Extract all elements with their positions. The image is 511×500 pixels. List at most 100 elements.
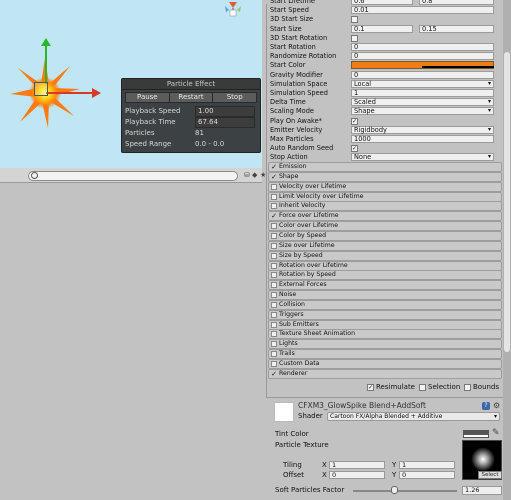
module-header[interactable]: Triggers <box>268 309 502 320</box>
module-checkbox[interactable] <box>271 223 277 230</box>
property-dropdown[interactable]: None <box>351 153 494 162</box>
shader-dropdown[interactable]: Cartoon FX/Alpha Blended + Additive <box>327 412 500 421</box>
module-header[interactable]: ✓ Shape <box>268 171 502 182</box>
module-checkbox[interactable] <box>271 203 277 210</box>
module-checkbox[interactable] <box>271 232 277 239</box>
module-header[interactable]: Velocity over Lifetime <box>268 181 502 192</box>
property-input[interactable]: 0.1 <box>351 24 413 33</box>
move-handle[interactable] <box>34 82 48 96</box>
module-header[interactable]: Color by Speed <box>268 230 502 241</box>
pause-button[interactable]: Pause <box>125 92 170 103</box>
module-header[interactable]: Limit Velocity over Lifetime <box>268 191 502 202</box>
module-checkbox[interactable] <box>271 183 277 190</box>
soft-particles-field[interactable]: 1.26 <box>462 486 502 495</box>
module-header[interactable]: Inherit Velocity <box>268 201 502 212</box>
property-dropdown[interactable]: Shape <box>351 107 494 116</box>
module-header[interactable]: Rotation over Lifetime <box>268 260 502 271</box>
module-checkbox[interactable] <box>271 301 277 308</box>
search-input[interactable] <box>28 171 238 181</box>
scene-view[interactable]: Particle Effect Pause Restart Stop Playb… <box>0 0 262 170</box>
offset-y-axis-label: Y <box>392 471 397 479</box>
module-header[interactable]: Trails <box>268 349 502 360</box>
texture-select-button[interactable]: Select <box>478 471 502 479</box>
x-arrow-icon[interactable] <box>92 88 101 98</box>
module-checkbox[interactable] <box>271 351 277 358</box>
module-checkbox[interactable] <box>271 331 277 338</box>
x-axis-handle[interactable] <box>46 92 92 94</box>
material-thumbnail[interactable] <box>274 402 294 422</box>
scrollbar-thumb[interactable] <box>504 52 510 352</box>
module-checkbox[interactable] <box>271 252 277 259</box>
module-checkbox[interactable] <box>271 242 277 249</box>
offset-x-input[interactable]: 0 <box>329 471 385 479</box>
property-input[interactable]: 1000 <box>351 135 494 143</box>
selection-checkbox[interactable] <box>419 384 426 391</box>
bounds-checkbox[interactable] <box>464 384 471 391</box>
property-dropdown[interactable]: Rigidbody <box>351 125 494 134</box>
playback-time-field[interactable]: 67.64 <box>195 117 255 128</box>
property-checkbox[interactable] <box>351 16 358 24</box>
property-input-max[interactable]: 0.8 <box>419 0 494 5</box>
property-input[interactable]: 0 <box>351 70 494 79</box>
module-checkbox[interactable] <box>271 282 277 289</box>
module-header[interactable]: ✓ Force over Lifetime <box>268 211 502 222</box>
soft-particles-slider[interactable] <box>353 490 457 492</box>
module-checkbox[interactable]: ✓ <box>271 213 277 220</box>
color-field[interactable] <box>351 61 494 70</box>
module-checkbox[interactable] <box>271 341 277 348</box>
property-dropdown[interactable]: Scaled <box>351 98 494 107</box>
module-header[interactable]: Custom Data <box>268 359 502 369</box>
module-checkbox[interactable]: ✓ <box>271 164 277 171</box>
filter-icon[interactable]: ⛁ <box>244 171 250 179</box>
module-checkbox[interactable] <box>271 272 277 279</box>
module-header[interactable]: Texture Sheet Animation <box>268 329 502 340</box>
module-header[interactable]: Size over Lifetime <box>268 240 502 251</box>
property-checkbox[interactable]: ✓ <box>351 117 358 125</box>
gear-icon[interactable]: ⚙ <box>493 401 500 410</box>
module-header[interactable]: Lights <box>268 339 502 350</box>
tiling-y-input[interactable]: 1 <box>399 461 455 469</box>
property-input-max[interactable]: 0.15 <box>419 24 494 33</box>
property-checkbox[interactable]: ✓ <box>351 145 358 153</box>
resimulate-checkbox[interactable]: ✓ <box>367 384 374 391</box>
property-input[interactable]: 0.6 <box>351 0 413 5</box>
y-arrow-icon[interactable] <box>41 38 51 46</box>
help-icon[interactable]: ? <box>482 402 490 410</box>
module-checkbox[interactable] <box>271 361 277 367</box>
tag-icon[interactable]: ◆ <box>252 171 258 179</box>
module-checkbox[interactable] <box>271 292 277 298</box>
module-header[interactable]: ✓ Renderer <box>268 368 502 379</box>
module-checkbox[interactable]: ✓ <box>271 173 277 180</box>
offset-y-input[interactable]: 0 <box>399 471 455 479</box>
property-input[interactable]: 0 <box>351 52 494 61</box>
tiling-x-input[interactable]: 1 <box>329 461 385 469</box>
module-checkbox[interactable] <box>271 321 277 328</box>
property-input[interactable]: 0.01 <box>351 6 494 15</box>
eyedropper-icon[interactable]: ✎ <box>492 428 500 438</box>
soft-particles-slider-handle[interactable] <box>391 486 399 494</box>
module-header[interactable]: Noise <box>268 290 502 300</box>
tint-color-swatch[interactable] <box>463 430 489 438</box>
module-header[interactable]: Sub Emitters <box>268 319 502 330</box>
module-header[interactable]: Rotation by Speed <box>268 270 502 281</box>
speed-range-value: 0.0 - 0.0 <box>195 140 225 148</box>
stop-button[interactable]: Stop <box>212 92 258 103</box>
restart-button[interactable]: Restart <box>168 92 214 103</box>
module-checkbox[interactable] <box>271 193 277 200</box>
module-checkbox[interactable] <box>271 262 277 269</box>
module-header[interactable]: External Forces <box>268 280 502 291</box>
module-header[interactable]: Size by Speed <box>268 250 502 261</box>
orientation-gizmo-icon[interactable] <box>218 0 248 32</box>
module-header[interactable]: Color over Lifetime <box>268 221 502 232</box>
inspector-scrollbar[interactable] <box>503 0 511 500</box>
module-checkbox[interactable]: ✓ <box>271 370 277 377</box>
property-dropdown[interactable]: Local <box>351 79 494 88</box>
module-header[interactable]: ✓ Emission <box>268 162 502 172</box>
property-input[interactable]: 0 <box>351 43 494 51</box>
module-header[interactable]: Collision <box>268 299 502 310</box>
playback-speed-field[interactable]: 1.00 <box>195 106 255 117</box>
module-checkbox[interactable] <box>271 311 277 318</box>
property-checkbox[interactable] <box>351 34 358 42</box>
property-input[interactable]: 1 <box>351 89 494 97</box>
y-axis-handle[interactable] <box>45 44 47 84</box>
